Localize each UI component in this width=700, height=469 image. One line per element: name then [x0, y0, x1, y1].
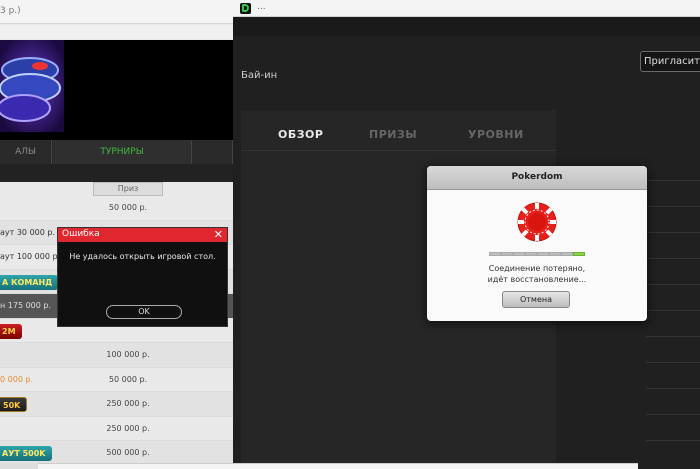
- tournament-row[interactable]: 100 000 р.: [0, 343, 233, 368]
- filter-bar: [0, 164, 233, 182]
- tournament-tabs: ОБЗОР ПРИЗЫ УРОВНИ: [241, 120, 556, 154]
- lobby-titlebar[interactable]: 3 р.): [0, 0, 233, 24]
- reconnect-progress-bar: [489, 252, 585, 257]
- taskbar-strip: [38, 463, 638, 469]
- tournament-window: ... Пригласить Бай-ин ОБЗОР ПРИЗЫ УРОВНИ: [233, 0, 700, 469]
- reconnect-dialog-title: Pokerdom: [511, 172, 563, 182]
- cancel-button[interactable]: Отмена: [502, 291, 570, 308]
- tournament-badge: АУТ 500K: [0, 446, 52, 461]
- tournament-prize: 500 000 р.: [106, 448, 150, 457]
- tab-levels[interactable]: УРОВНИ: [468, 128, 524, 141]
- progress-segment: [489, 252, 501, 256]
- progress-segment: [549, 252, 561, 256]
- tab-cash-tables[interactable]: АЛЫ: [0, 140, 52, 164]
- tab-other[interactable]: [193, 140, 233, 164]
- buyin-label: Бай-ин: [241, 70, 278, 81]
- lobby-toolbar: [0, 25, 233, 39]
- connection-status-line-1: Соединение потеряно,: [488, 264, 586, 273]
- lobby-tabs: АЛЫ ТУРНИРЫ: [0, 140, 233, 164]
- promo-banner[interactable]: [0, 40, 233, 140]
- progress-segment: [513, 252, 525, 256]
- tournament-badge: А КОМАНД: [0, 274, 59, 290]
- tournament-prize: 250 000 р.: [106, 399, 150, 408]
- tournament-prize: 50 000 р.: [108, 203, 148, 212]
- tournament-titlebar[interactable]: ...: [233, 0, 700, 17]
- connection-status-line-2: идёт восстановление...: [487, 275, 587, 284]
- tournament-prize: 100 000 р.: [106, 350, 150, 359]
- error-dialog-title: Ошибка: [62, 229, 100, 239]
- error-dialog: Ошибка ✕ Не удалось открыть игровой стол…: [57, 227, 228, 327]
- invite-button[interactable]: Пригласить: [640, 51, 700, 72]
- tabs-divider: [241, 150, 556, 151]
- error-dialog-titlebar: Ошибка ✕: [58, 228, 227, 242]
- chips-artwork-icon: [0, 40, 64, 132]
- tournament-row[interactable]: 0 000 р. 50 000 р.: [0, 368, 233, 392]
- tournament-prize: 250 000 р.: [106, 423, 150, 433]
- desktop: 3 р.) АЛЫ ТУРНИРЫ Приз 50 000 р. аут 30 …: [0, 0, 700, 469]
- ok-button[interactable]: OK: [106, 305, 182, 319]
- tournament-name: 0 000 р.: [0, 374, 34, 384]
- tab-tournaments[interactable]: ТУРНИРЫ: [53, 140, 192, 164]
- prize-column-header[interactable]: Приз: [93, 182, 163, 196]
- lobby-window-title: 3 р.): [0, 6, 21, 16]
- tournament-row[interactable]: 250 000 р.: [0, 417, 233, 441]
- reconnect-dialog-titlebar[interactable]: Pokerdom: [427, 166, 647, 190]
- tournament-row[interactable]: АУТ 500K 500 000 р.: [0, 441, 233, 466]
- progress-segment: [573, 252, 585, 256]
- tournament-row[interactable]: 50 000 р.: [0, 196, 233, 221]
- pokerdom-app-icon: [240, 3, 251, 14]
- progress-segment: [501, 252, 513, 256]
- tournament-name: н 175 000 р.: [0, 301, 52, 310]
- error-message: Не удалось открыть игровой стол.: [69, 252, 216, 261]
- progress-segment: [561, 252, 573, 256]
- progress-segment: [525, 252, 537, 256]
- tournament-header-bar: [233, 18, 700, 36]
- tab-overview[interactable]: ОБЗОР: [278, 128, 323, 141]
- tournament-window-title: ...: [257, 2, 266, 12]
- tournament-badge: 2M: [0, 323, 22, 339]
- reconnect-dialog: Pokerdom Соединение потеряно, идёт восст…: [427, 166, 647, 321]
- tournament-row[interactable]: 50K 250 000 р.: [0, 392, 233, 417]
- progress-segment: [537, 252, 549, 256]
- close-icon[interactable]: ✕: [214, 228, 223, 242]
- tournament-badge: 50K: [0, 397, 28, 412]
- tournament-name: аут 100 000 р.: [0, 252, 61, 261]
- tournament-name: аут 30 000 р.: [0, 227, 55, 237]
- lobby-window: 3 р.) АЛЫ ТУРНИРЫ Приз 50 000 р. аут 30 …: [0, 0, 233, 469]
- tournament-prize: 50 000 р.: [108, 374, 148, 384]
- side-list: [646, 180, 700, 469]
- tab-prizes[interactable]: ПРИЗЫ: [369, 128, 417, 141]
- poker-chip-icon: [517, 202, 557, 242]
